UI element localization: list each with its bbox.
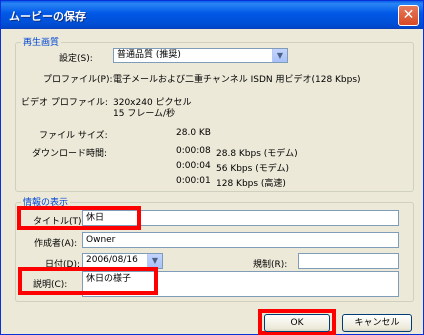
download-speed-row-1: 28.8 Kbps (モデム)	[216, 149, 298, 159]
playback-group-title: 再生画質	[21, 35, 62, 48]
description-highlight-box	[18, 267, 158, 295]
quality-setting-value: 普通品質 (推奨)	[117, 50, 181, 60]
download-speed-row-3: 128 Kbps (高速)	[216, 179, 286, 189]
download-time-row-3: 0:00:01	[176, 176, 211, 186]
chevron-down-icon[interactable]: ▼	[272, 49, 287, 62]
window-title: ムービーの保存	[9, 10, 86, 23]
profile-label: プロファイル(P):	[43, 75, 113, 85]
cancel-button[interactable]: キャンセル	[342, 314, 412, 332]
title-highlight-box	[17, 206, 141, 230]
save-movie-dialog: ムービーの保存 ✕ 再生画質 設定(S): 普通品質 (推奨) ▼ プロファイル…	[0, 0, 424, 335]
profile-value: 電子メールおよび二重チャンネル ISDN 用ビデオ(128 Kbps)	[113, 75, 361, 85]
download-time-row-1: 0:00:08	[176, 146, 211, 156]
file-size-value: 28.0 KB	[176, 128, 211, 138]
file-size-label: ファイル サイズ:	[39, 131, 108, 141]
author-label: 作成者(A):	[34, 239, 78, 249]
download-speed-row-2: 56 Kbps (モデム)	[216, 164, 290, 174]
author-input[interactable]: Owner	[82, 232, 399, 248]
ok-button[interactable]: OK	[264, 314, 330, 332]
download-time-row-2: 0:00:04	[176, 161, 211, 171]
title-bar: ムービーの保存 ✕	[1, 1, 423, 29]
download-time-label: ダウンロード時間:	[32, 149, 108, 159]
playback-quality-group	[15, 42, 414, 192]
chevron-down-icon[interactable]: ▼	[147, 254, 162, 268]
video-profile-label: ビデオ プロファイル:	[21, 98, 108, 108]
rating-input[interactable]	[298, 253, 399, 269]
quality-setting-select[interactable]: 普通品質 (推奨) ▼	[113, 48, 288, 63]
author-input-value: Owner	[86, 235, 116, 245]
close-icon[interactable]: ✕	[398, 5, 419, 26]
rating-label: 規制(R):	[253, 260, 288, 270]
date-value: 2006/08/16	[86, 255, 138, 265]
video-profile-framerate: 15 フレーム/秒	[113, 109, 176, 119]
setting-label: 設定(S):	[59, 54, 93, 64]
